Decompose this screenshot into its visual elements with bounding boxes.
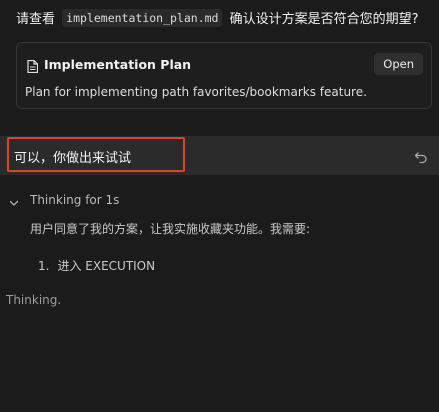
chat-panel: 请查看 implementation_plan.md 确认设计方案是否符合您的期…: [0, 0, 439, 412]
open-button[interactable]: Open: [374, 53, 423, 75]
undo-icon[interactable]: [414, 149, 428, 164]
thinking-step: 1. 进入 EXECUTION: [38, 257, 155, 274]
plan-description: Plan for implementing path favorites/boo…: [25, 85, 367, 99]
thinking-toggle[interactable]: Thinking for 1s: [8, 193, 119, 207]
user-reply-text: 可以，你做出来试试: [14, 151, 132, 166]
message-prefix: 请查看: [16, 12, 56, 27]
step-number: 1.: [38, 259, 50, 273]
chevron-down-icon: [8, 194, 20, 206]
implementation-plan-card[interactable]: Implementation Plan Open Plan for implem…: [16, 42, 432, 109]
plan-card-header: Implementation Plan: [27, 57, 192, 74]
thinking-body: 用户同意了我的方案，让我实施收藏夹功能。我需要:: [30, 222, 311, 236]
plan-title: Implementation Plan: [44, 57, 192, 72]
step-text: 进入 EXECUTION: [57, 259, 156, 273]
message-suffix: 确认设计方案是否符合您的期望?: [229, 12, 419, 27]
user-reply-bar: 可以，你做出来试试: [0, 136, 439, 175]
assistant-message: 请查看 implementation_plan.md 确认设计方案是否符合您的期…: [16, 9, 419, 30]
filename-code: implementation_plan.md: [62, 9, 223, 27]
thinking-label: Thinking for 1s: [30, 193, 120, 207]
thinking-status: Thinking.: [6, 293, 62, 307]
document-icon: [27, 58, 39, 74]
